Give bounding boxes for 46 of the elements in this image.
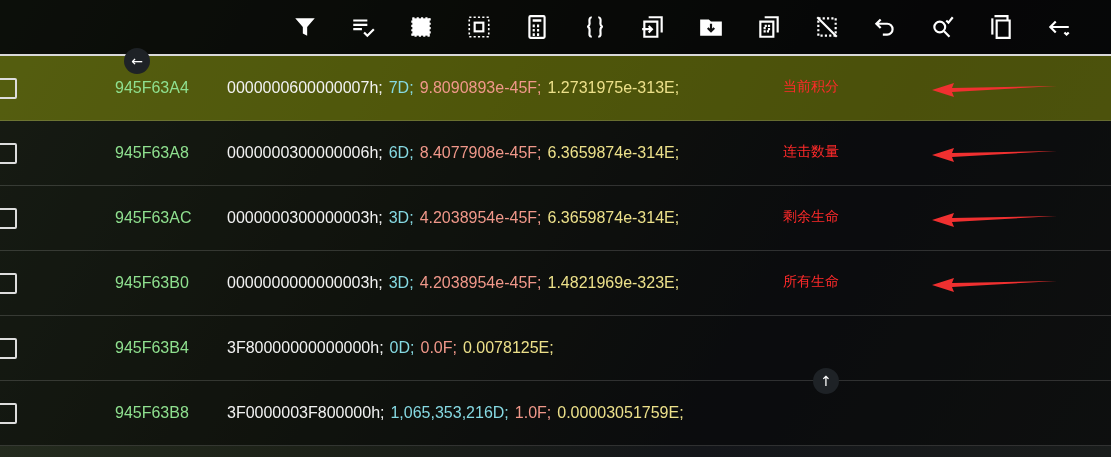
dword-value: 3D; (388, 274, 414, 292)
address-text: 945F63B8 (115, 404, 190, 422)
result-row[interactable]: 945F63A8 0000000300000006h; 6D; 8.4077908e-45F; 6.3659874e-314E; 连击数量 (0, 121, 1111, 186)
double-value: 1.2731975e-313E; (547, 79, 680, 97)
hex-value: 3F80000000000000h; (227, 339, 384, 357)
checkbox[interactable] (0, 402, 17, 424)
hex-value: 0000000300000006h; (227, 144, 383, 162)
float-value: 1.0F; (514, 404, 552, 422)
float-value: 8.4077908e-45F; (419, 144, 542, 162)
address-text: 945F63A8 (115, 144, 190, 162)
annotation-text: 所有生命 (783, 273, 839, 291)
double-value: 6.3659874e-314E; (547, 209, 680, 227)
float-value: 4.2038954e-45F; (419, 274, 542, 292)
result-row[interactable]: 945F63B0 0000000000000003h; 3D; 4.2038954e-45F; 1.4821969e-323E; 所有生命 (0, 251, 1111, 316)
double-value: 0.0078125E; (462, 339, 554, 357)
hex-value: 0000000300000003h; (227, 209, 383, 227)
float-value: 9.8090893e-45F; (419, 79, 542, 97)
dword-value: 3D; (388, 209, 414, 227)
dword-value: 6D; (388, 144, 414, 162)
checkbox[interactable] (0, 142, 17, 164)
address-text: 945F63A4 (115, 79, 190, 97)
scroll-left-button[interactable]: ← (124, 48, 150, 74)
float-value: 4.2038954e-45F; (419, 209, 542, 227)
address-text: 945F63B4 (115, 339, 190, 357)
double-value: 1.4821969e-323E; (547, 274, 680, 292)
annotation-text: 连击数量 (783, 143, 839, 161)
address-text: 945F63B0 (115, 274, 190, 292)
annotation-text: 剩余生命 (783, 208, 839, 226)
dword-value: 0D; (389, 339, 415, 357)
address-text: 945F63AC (115, 209, 193, 227)
double-value: 6.3659874e-314E; (547, 144, 680, 162)
annotation-text: 当前积分 (783, 78, 839, 96)
hex-value: 0000000600000007h; (227, 79, 383, 97)
float-value: 0.0F; (420, 339, 457, 357)
dword-value: 7D; (388, 79, 414, 97)
scroll-up-button[interactable]: ↑ (813, 368, 839, 394)
checkbox[interactable] (0, 77, 17, 99)
checkbox[interactable] (0, 207, 17, 229)
hex-value: 0000000000000003h; (227, 274, 383, 292)
dword-value: 1,065,353,216D; (390, 404, 509, 422)
checkbox[interactable] (0, 337, 17, 359)
result-row[interactable]: 945F63AC 0000000300000003h; 3D; 4.2038954e-45F; 6.3659874e-314E; 剩余生命 (0, 186, 1111, 251)
dotted-square-icon[interactable] (465, 13, 493, 41)
double-value: 0.00003051759E; (557, 404, 684, 422)
hex-value: 3F0000003F800000h; (227, 404, 385, 422)
checkbox[interactable] (0, 272, 17, 294)
